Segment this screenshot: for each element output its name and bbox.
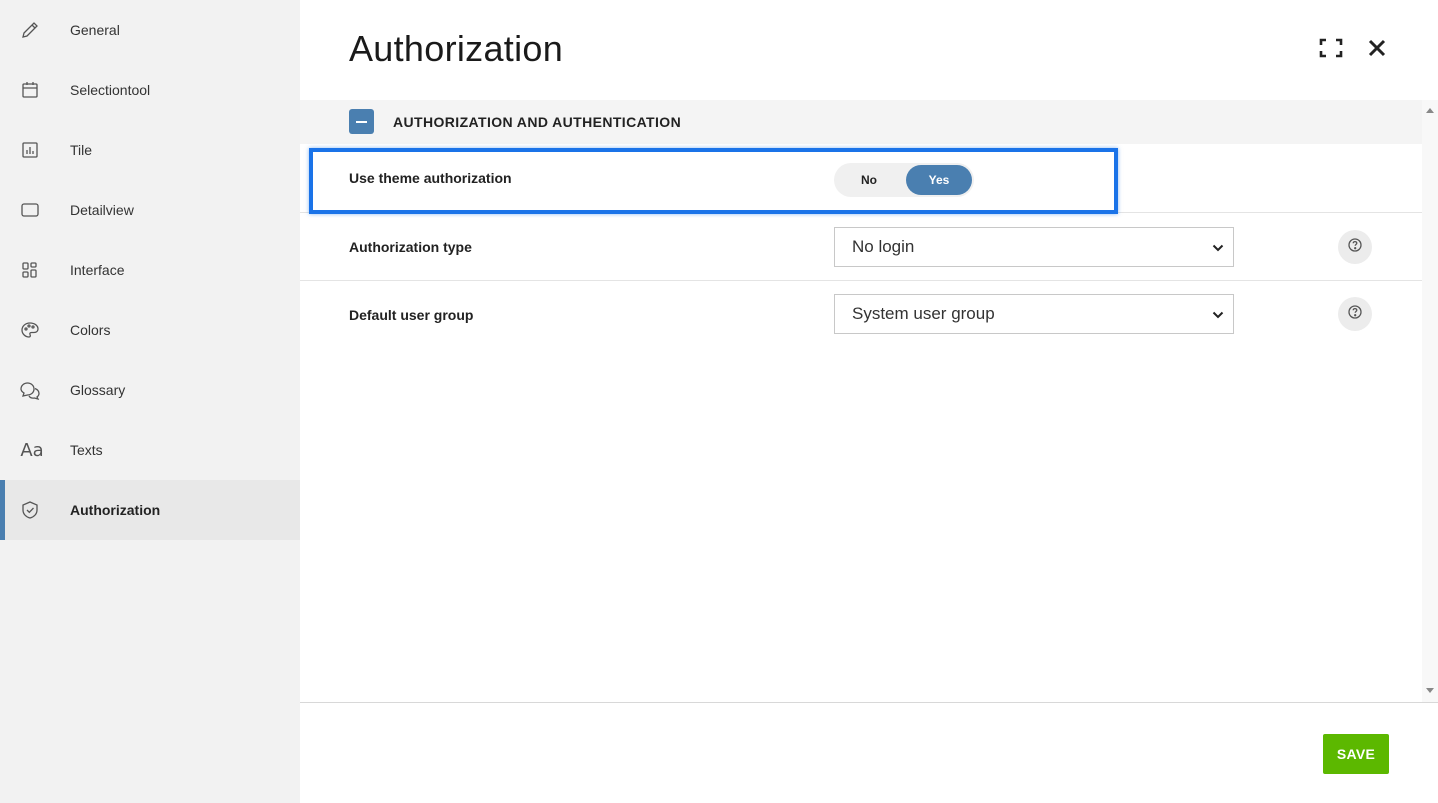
sidebar-item-label: Colors [70, 322, 111, 338]
authorization-type-select[interactable]: No login [834, 227, 1234, 267]
sidebar-item-label: Detailview [70, 202, 134, 218]
scroll-down-icon[interactable] [1426, 688, 1434, 693]
sidebar-item-label: Authorization [70, 502, 161, 518]
question-mark-icon [1348, 304, 1362, 324]
rectangle-icon [19, 199, 41, 221]
text-aa-icon: Aa [20, 439, 44, 461]
toggle-option-no[interactable]: No [836, 165, 902, 195]
authorization-type-value: No login [852, 237, 915, 256]
close-icon [1367, 38, 1387, 63]
sidebar-item-general[interactable]: General [0, 0, 300, 60]
row-use-theme-authorization: Use theme authorization No Yes [300, 144, 1422, 213]
scroll-up-icon[interactable] [1426, 108, 1434, 113]
close-button[interactable] [1363, 36, 1391, 64]
use-theme-authorization-label: Use theme authorization [349, 170, 512, 186]
sidebar: General Selectiontool Tile Detailview In… [0, 0, 300, 803]
sidebar-item-selectiontool[interactable]: Selectiontool [0, 60, 300, 120]
default-user-group-label: Default user group [349, 307, 474, 323]
sidebar-item-tile[interactable]: Tile [0, 120, 300, 180]
authorization-type-label: Authorization type [349, 239, 472, 255]
sidebar-item-label: General [70, 22, 120, 38]
sidebar-item-texts[interactable]: Aa Texts [0, 420, 300, 480]
sidebar-item-colors[interactable]: Colors [0, 300, 300, 360]
calendar-icon [19, 79, 41, 101]
row-authorization-type: Authorization type No login [300, 213, 1422, 281]
section-title: AUTHORIZATION AND AUTHENTICATION [393, 114, 682, 130]
sidebar-item-detailview[interactable]: Detailview [0, 180, 300, 240]
sidebar-item-glossary[interactable]: Glossary [0, 360, 300, 420]
default-user-group-select[interactable]: System user group [834, 294, 1234, 334]
minus-icon [356, 120, 367, 123]
grid-icon [19, 259, 41, 281]
sidebar-item-authorization[interactable]: Authorization [0, 480, 300, 540]
collapse-section-button[interactable] [349, 109, 374, 134]
default-user-group-help-button[interactable] [1338, 297, 1372, 331]
use-theme-authorization-toggle[interactable]: No Yes [834, 163, 974, 197]
form-content: AUTHORIZATION AND AUTHENTICATION Use the… [300, 100, 1438, 702]
main-panel: Authorization AUTHORIZATION AND AUTHENTI… [300, 0, 1438, 803]
default-user-group-value: System user group [852, 304, 995, 323]
fullscreen-button[interactable] [1317, 36, 1345, 64]
sidebar-item-label: Glossary [70, 382, 126, 398]
question-mark-icon [1348, 237, 1362, 257]
toggle-option-yes[interactable]: Yes [906, 165, 972, 195]
pencil-icon [19, 19, 41, 41]
bar-chart-icon [19, 139, 41, 161]
vertical-scrollbar[interactable] [1422, 100, 1438, 702]
palette-icon [19, 319, 41, 341]
fullscreen-icon [1319, 38, 1343, 63]
row-default-user-group: Default user group System user group [300, 281, 1422, 351]
save-button[interactable]: SAVE [1323, 734, 1389, 774]
sidebar-item-label: Tile [70, 142, 93, 158]
sidebar-item-label: Texts [70, 442, 103, 458]
chat-bubbles-icon [19, 379, 41, 401]
section-header: AUTHORIZATION AND AUTHENTICATION [300, 100, 1422, 144]
shield-check-icon [19, 499, 41, 521]
page-title: Authorization [349, 28, 564, 69]
sidebar-item-interface[interactable]: Interface [0, 240, 300, 300]
sidebar-item-label: Interface [70, 262, 125, 278]
footer: SAVE [300, 702, 1438, 803]
sidebar-item-label: Selectiontool [70, 82, 151, 98]
chevron-down-icon [1212, 304, 1224, 324]
chevron-down-icon [1212, 237, 1224, 257]
authorization-type-help-button[interactable] [1338, 230, 1372, 264]
